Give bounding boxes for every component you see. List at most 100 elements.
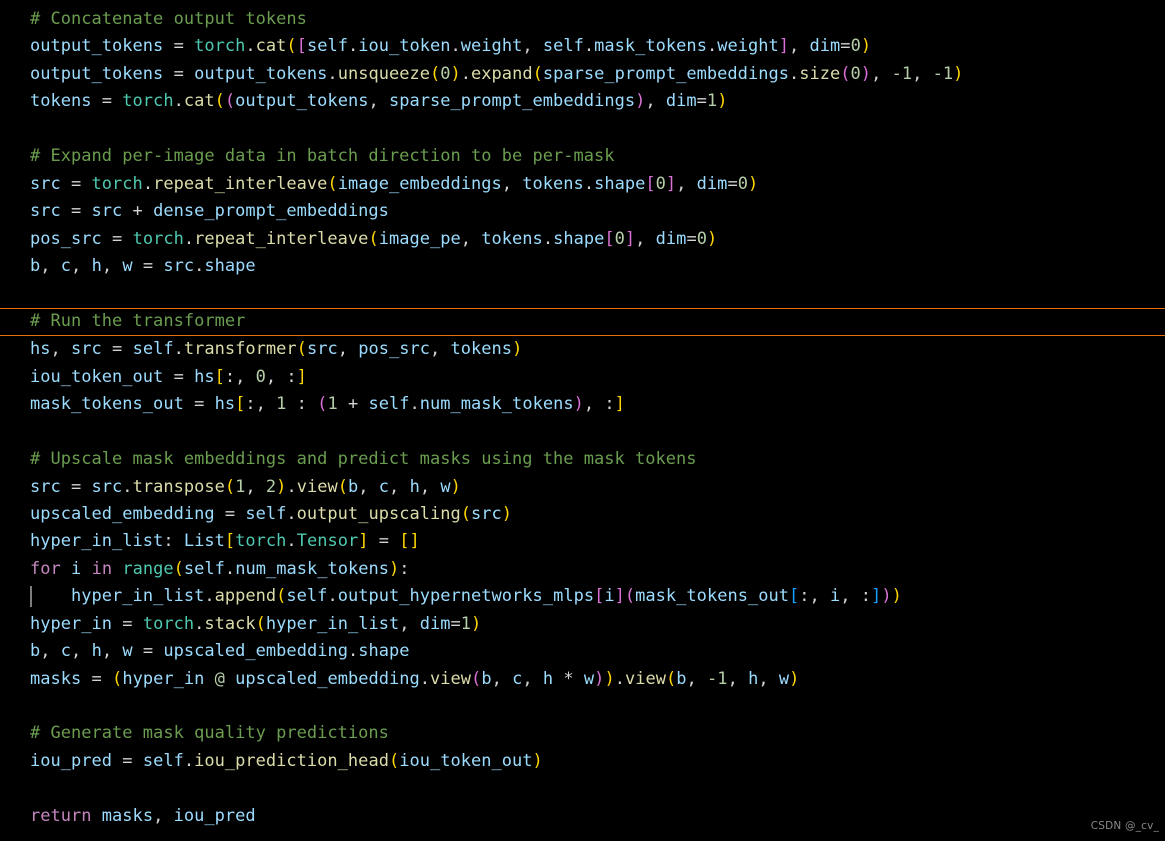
code-token-operator: = [112,750,143,771]
code-line-12-highlighted[interactable]: # Run the transformer [0,307,1165,337]
code-line-29[interactable] [0,775,1165,802]
code-token-bracket: [ [296,36,307,57]
code-token-function: repeat_interleave [194,228,369,249]
code-token-operator [30,586,71,606]
code-token-identifier: self [132,339,174,360]
code-token-identifier: c [60,255,72,276]
code-token-operator: = [60,173,92,194]
code-token-bracket: ) [860,36,872,57]
code-line-2[interactable]: output_tokens = torch.cat([self.iou_toke… [0,33,1165,60]
code-token-bracket: ( [429,63,441,84]
code-line-27[interactable]: # Generate mask quality predictions [0,720,1165,747]
code-token-operator: , [460,228,482,249]
code-token-comment: # Run the transformer [30,310,246,331]
code-token-operator: , [40,255,61,276]
code-token-identifier: w [122,255,133,276]
indent-guide-caret [30,586,32,608]
code-line-26[interactable] [0,693,1165,720]
code-token-function: repeat_interleave [153,173,328,194]
code-line-19[interactable]: upscaled_embedding = self.output_upscali… [0,501,1165,528]
code-token-bracket: ) [532,750,543,771]
code-line-9[interactable]: pos_src = torch.repeat_interleave(image_… [0,226,1165,253]
code-line-8[interactable]: src = src + dense_prompt_embeddings [0,198,1165,225]
code-token-number: 0 [655,173,666,194]
code-token-operator: , [871,63,892,84]
code-token-identifier: pos_src [30,228,102,249]
code-token-bracket: ) [594,668,605,689]
code-token-operator: , : [840,586,872,607]
code-line-16[interactable] [0,419,1165,446]
code-token-identifier: self [245,503,287,524]
code-line-25[interactable]: masks = (hyper_in @ upscaled_embedding.v… [0,666,1165,693]
code-token-bracket: ( [224,476,236,497]
code-token-identifier: iou_token [358,36,451,57]
code-token-operator: . [347,36,359,57]
code-token-number: 0 [696,228,707,249]
code-line-18[interactable]: src = src.transpose(1, 2).view(b, c, h, … [0,474,1165,501]
code-token-operator: . [327,63,338,84]
code-token-operator [92,806,102,826]
code-token-identifier: h [542,668,554,689]
code-token-function: unsqueeze [337,63,430,84]
code-token-identifier: dim [655,228,687,249]
code-token-operator: . [286,476,297,497]
code-token-bracket: [ [645,173,656,194]
code-line-6[interactable]: # Expand per-image data in batch directi… [0,143,1165,170]
code-line-11[interactable] [0,280,1165,307]
code-token-bracket: ) [860,63,872,84]
code-token-identifier: upscaled_embedding [30,503,215,524]
code-line-24[interactable]: b, c, h, w = upscaled_embedding.shape [0,638,1165,665]
code-line-13[interactable]: hs, src = self.transformer(src, pos_src,… [0,336,1165,363]
code-line-21[interactable]: for i in range(self.num_mask_tokens): [0,556,1165,583]
code-token-bracket: ( [532,63,543,84]
code-token-operator: = [696,91,707,112]
code-token-operator [225,669,235,689]
code-line-23[interactable]: hyper_in = torch.stack(hyper_in_list, di… [0,611,1165,638]
code-line-20[interactable]: hyper_in_list: List[torch.Tensor] = [] [0,528,1165,555]
code-line-7[interactable]: src = torch.repeat_interleave(image_embe… [0,171,1165,198]
code-line-14[interactable]: iou_token_out = hs[:, 0, :] [0,364,1165,391]
code-line-5[interactable] [0,116,1165,143]
code-editor-viewport[interactable]: # Concatenate output tokens output_token… [0,0,1165,841]
code-token-identifier: w [778,668,790,689]
code-line-3[interactable]: output_tokens = output_tokens.unsqueeze(… [0,61,1165,88]
code-token-comment: # Concatenate output tokens [30,9,307,29]
code-line-1[interactable]: # Concatenate output tokens [0,6,1165,33]
code-token-function: expand [471,63,533,84]
code-line-4[interactable]: tokens = torch.cat((output_tokens, spars… [0,88,1165,115]
code-token-type: torch [142,613,195,634]
code-line-10[interactable]: b, c, h, w = src.shape [0,253,1165,280]
code-token-identifier: tokens [522,173,584,194]
code-line-30[interactable]: return masks, iou_pred [0,803,1165,830]
code-line-22[interactable]: hyper_in_list.append(self.output_hyperne… [0,583,1165,610]
code-token-number: -1 [707,668,728,689]
code-token-identifier: sparse_prompt_embeddings [388,91,636,112]
code-token-number: 0 [850,36,861,57]
code-token-operator: : [286,394,318,415]
code-token-operator: = [183,394,215,415]
code-token-operator: = [132,641,164,662]
code-token-number: 1 [706,91,718,112]
code-token-identifier: h [748,668,759,689]
code-token-operator: = [840,36,851,57]
code-token-operator: , [368,91,389,112]
code-token-identifier: weight [717,36,779,57]
code-token-bracket: ] [296,366,307,387]
code-token-operator: , [912,63,933,84]
code-token-identifier: b [676,668,687,689]
code-token-identifier: num_mask_tokens [235,558,390,579]
code-token-bracket: ( [255,613,266,634]
code-token-bracket: [ [788,586,800,607]
code-token-identifier: shape [553,228,605,249]
code-line-17[interactable]: # Upscale mask embeddings and predict ma… [0,446,1165,473]
code-token-bracket: ( [112,668,123,689]
code-token-operator: = [214,503,246,524]
code-token-operator: . [583,173,595,194]
code-token-bracket: ) [635,91,646,112]
code-token-bracket: ] [778,36,790,57]
code-line-28[interactable]: iou_pred = self.iou_prediction_head(iou_… [0,748,1165,775]
code-line-15[interactable]: mask_tokens_out = hs[:, 1 : (1 + self.nu… [0,391,1165,418]
code-token-identifier: masks [101,805,154,826]
code-token-number: 0 [614,228,625,249]
code-token-operator: . [409,394,420,415]
